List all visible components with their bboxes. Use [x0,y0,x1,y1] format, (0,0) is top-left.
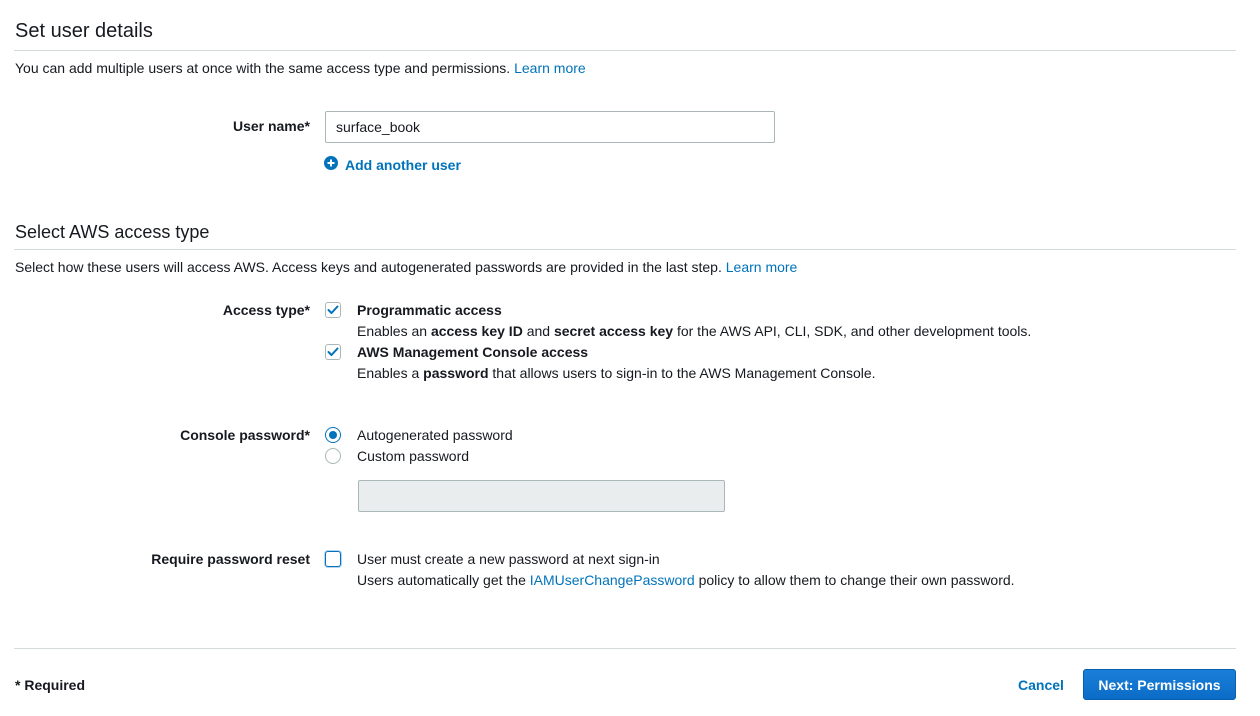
iam-policy-link[interactable]: IAMUserChangePassword [530,572,695,588]
programmatic-access-checkbox[interactable] [325,302,341,318]
next-permissions-button[interactable]: Next: Permissions [1083,669,1236,700]
checkmark-icon [327,344,339,360]
cancel-button[interactable]: Cancel [1018,677,1064,693]
programmatic-access-description: Enables an access key ID and secret acce… [357,323,1032,339]
custom-password-label: Custom password [357,448,470,464]
footer-divider [14,648,1236,649]
divider [14,50,1236,51]
checkmark-icon [327,302,339,318]
programmatic-access-title: Programmatic access [357,302,502,318]
required-note: * Required [15,677,86,693]
add-another-user-button[interactable]: Add another user [324,156,461,173]
require-password-reset-checkbox[interactable] [325,551,341,567]
section-title-access-type: Select AWS access type [15,222,210,242]
divider [14,249,1236,250]
custom-password-radio[interactable] [325,448,341,464]
console-password-label: Console password* [180,427,310,443]
password-reset-option-label: User must create a new password at next … [357,551,660,567]
description-text: Select how these users will access AWS. … [15,259,722,275]
section-title-user-details: Set user details [15,20,153,42]
access-type-label: Access type* [222,302,310,318]
console-access-checkbox[interactable] [325,344,341,360]
require-password-reset-label: Require password reset [151,551,310,567]
learn-more-link[interactable]: Learn more [726,259,798,275]
section-description: Select how these users will access AWS. … [15,259,797,275]
description-text: You can add multiple users at once with … [15,60,511,76]
plus-circle-icon [324,156,338,173]
add-another-user-label: Add another user [345,156,461,173]
autogenerated-password-label: Autogenerated password [357,427,513,443]
console-access-description: Enables a password that allows users to … [357,365,876,381]
user-name-input[interactable] [325,111,775,143]
section-description: You can add multiple users at once with … [15,60,586,76]
learn-more-link[interactable]: Learn more [514,60,586,76]
user-name-label: User name* [232,118,310,134]
autogenerated-password-radio[interactable] [325,427,341,443]
password-reset-description: Users automatically get the IAMUserChang… [357,572,1015,588]
custom-password-input[interactable] [358,480,725,512]
console-access-title: AWS Management Console access [357,344,589,360]
